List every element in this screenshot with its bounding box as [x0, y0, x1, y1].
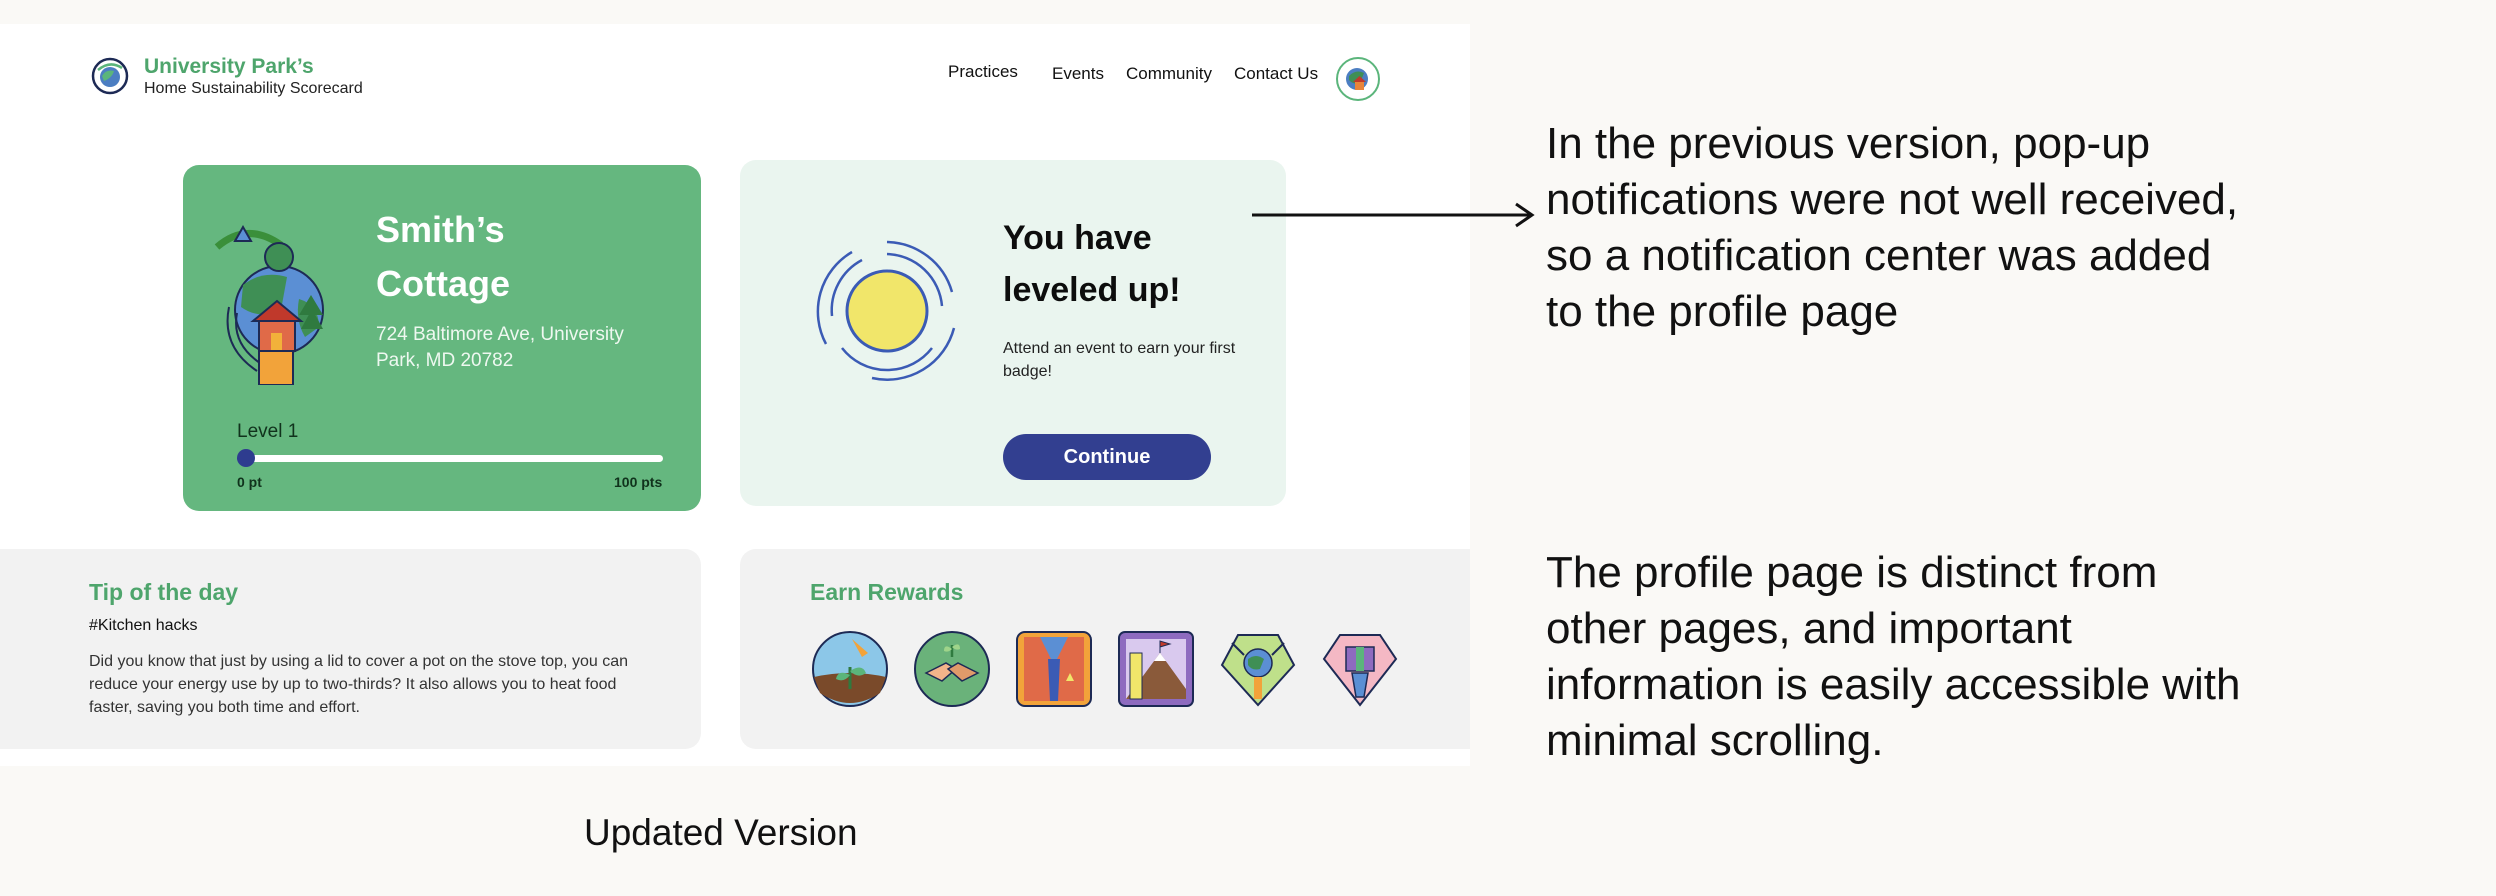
tip-title: Tip of the day [89, 579, 239, 605]
mountain-flag-badge-icon[interactable] [1116, 629, 1196, 709]
house-profile-card: Smith’s Cottage 724 Baltimore Ave, Unive… [183, 165, 701, 511]
notification-center-card: You have leveled up! Attend an event to … [740, 160, 1286, 506]
nav-events[interactable]: Events [1052, 64, 1104, 84]
brand-name: University Park’s [144, 55, 314, 78]
logo-icon[interactable] [90, 56, 130, 96]
plant-badge-icon[interactable] [810, 629, 890, 709]
annotation-arrow-icon [1252, 202, 1535, 228]
notification-title: You have leveled up! [1003, 219, 1181, 309]
nav-community[interactable]: Community [1126, 64, 1212, 84]
progress-max-label: 100 pts [614, 474, 663, 490]
house-address: 724 Baltimore Ave, University Park, MD 2… [376, 324, 624, 371]
tip-body: Did you know that just by using a lid to… [89, 653, 628, 716]
notification-body: Attend an event to earn your first badge… [1003, 340, 1236, 380]
level-progress-thumb [236, 449, 255, 467]
nav-practices[interactable]: Practices [948, 62, 1018, 82]
level-label: Level 1 [237, 421, 299, 442]
tip-tag: #Kitchen hacks [89, 617, 198, 634]
version-caption: Updated Version [584, 812, 858, 853]
continue-button[interactable]: Continue [1003, 434, 1211, 480]
handshake-badge-icon[interactable] [912, 629, 992, 709]
annotation-notification-center: In the previous version, pop-up notifica… [1546, 119, 2239, 336]
tip-of-the-day-card: Tip of the day #Kitchen hacks Did you kn… [0, 549, 701, 749]
rewards-title: Earn Rewards [810, 579, 964, 605]
gift-badge-icon[interactable] [1320, 629, 1400, 709]
sun-icon [812, 236, 962, 386]
brand-subtitle: Home Sustainability Scorecard [144, 80, 363, 97]
globe-badge-icon[interactable] [1218, 629, 1298, 709]
house-name: Smith’s Cottage [376, 209, 510, 304]
level-progress-bar [236, 449, 663, 467]
annotation-profile-page: The profile page is distinct from other … [1546, 548, 2241, 765]
app-screenshot-frame: University Park’s Home Sustainability Sc… [0, 24, 1470, 766]
progress-min-label: 0 pt [237, 474, 262, 490]
earn-rewards-card: Earn Rewards [740, 549, 1470, 749]
house-globe-illustration-icon [207, 215, 339, 386]
profile-avatar[interactable] [1336, 57, 1380, 101]
water-badge-icon[interactable] [1014, 629, 1094, 709]
nav-contact-us[interactable]: Contact Us [1234, 64, 1318, 84]
house-globe-icon [1346, 68, 1368, 90]
